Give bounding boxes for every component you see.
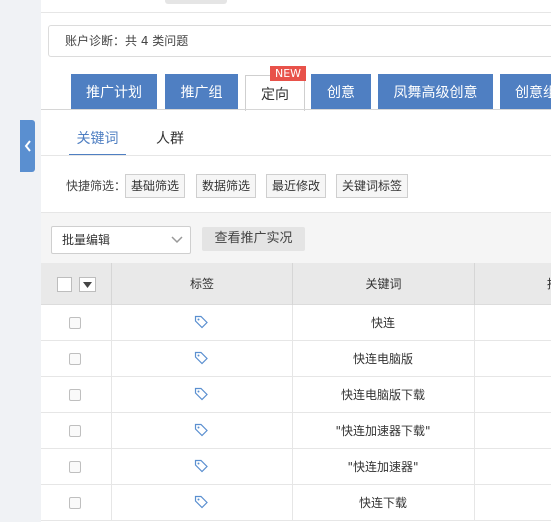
keyword-cell: "快连加速器下载" <box>335 424 431 438</box>
table-row: "快连加速器下载" <box>41 413 551 449</box>
account-diagnosis-text: 账户诊断：共 4 类问题 <box>65 34 189 48</box>
tag-icon[interactable] <box>194 495 209 509</box>
tab-adgroup[interactable]: 推广组 <box>165 74 238 110</box>
column-header-tag[interactable]: 标签 <box>111 263 292 305</box>
column-divider <box>474 305 475 341</box>
tabs-divider <box>41 109 551 110</box>
tag-icon[interactable] <box>194 459 209 473</box>
batch-edit-select[interactable]: 批量编辑 <box>51 226 191 254</box>
table-header: 标签 关键词 推 <box>41 263 551 305</box>
column-divider <box>111 485 112 521</box>
top-divider <box>41 12 551 13</box>
subtab-audience[interactable]: 人群 <box>156 122 186 156</box>
keyword-cell: 快连下载 <box>358 496 407 510</box>
column-divider <box>111 449 112 485</box>
recent-changes-button[interactable]: 最近修改 <box>266 174 327 198</box>
view-live-ad-button[interactable]: 查看推广实况 <box>202 227 305 251</box>
table-row: 快连电脑版下载 <box>41 377 551 413</box>
table-toolbar: 批量编辑 查看推广实况 <box>41 213 551 263</box>
batch-edit-select-value: 批量编辑 <box>62 233 111 247</box>
tag-icon[interactable] <box>194 351 209 365</box>
new-badge: NEW <box>270 66 306 81</box>
tab-fengwu-advanced-creative[interactable]: 凤舞高级创意 <box>378 74 493 110</box>
keyword-cell: "快连加速器" <box>347 460 419 474</box>
row-checkbox[interactable] <box>69 425 81 437</box>
column-divider <box>474 413 475 449</box>
tag-icon[interactable] <box>194 387 209 401</box>
row-checkbox[interactable] <box>69 317 81 329</box>
column-divider <box>474 341 475 377</box>
top-tab-stub <box>165 0 227 4</box>
chevron-down-icon <box>171 236 183 244</box>
column-divider <box>474 485 475 521</box>
data-filter-button[interactable]: 数据筛选 <box>196 174 257 198</box>
select-all-checkbox[interactable] <box>57 277 72 292</box>
account-diagnosis-bar[interactable]: 账户诊断：共 4 类问题 <box>48 25 551 57</box>
table-row: 快连下载 <box>41 485 551 521</box>
table-row: 快连 <box>41 305 551 341</box>
tab-campaign[interactable]: 推广计划 <box>71 74 157 110</box>
column-divider <box>111 341 112 377</box>
column-header-keyword[interactable]: 关键词 <box>292 263 474 305</box>
column-divider <box>474 377 475 413</box>
column-divider <box>474 449 475 485</box>
main-panel: 账户诊断：共 4 类问题 推广计划 推广组 定向 创意 凤舞高级创意 创意组 N… <box>41 0 551 522</box>
keyword-tag-button[interactable]: 关键词标签 <box>336 174 409 198</box>
row-checkbox[interactable] <box>69 353 81 365</box>
table-row: "快连加速器" <box>41 449 551 485</box>
tag-icon[interactable] <box>194 315 209 329</box>
tag-icon[interactable] <box>194 423 209 437</box>
sidebar-collapse-button[interactable] <box>20 120 35 172</box>
row-checkbox[interactable] <box>69 389 81 401</box>
main-tabs: 推广计划 推广组 定向 创意 凤舞高级创意 创意组 <box>71 74 551 111</box>
chevron-left-icon <box>24 140 31 152</box>
subtab-keywords[interactable]: 关键词 <box>69 122 126 156</box>
quick-filter-label: 快捷筛选： <box>66 179 127 193</box>
row-checkbox[interactable] <box>69 461 81 473</box>
column-divider <box>111 377 112 413</box>
column-header-extra[interactable]: 推 <box>474 263 551 305</box>
keyword-cell: 快连电脑版 <box>352 352 413 366</box>
keyword-cell: 快连 <box>370 316 395 330</box>
column-divider <box>111 305 112 341</box>
subtabs-divider <box>41 155 551 156</box>
column-divider <box>111 413 112 449</box>
left-rail <box>0 0 20 522</box>
tab-creative[interactable]: 创意 <box>311 74 371 110</box>
row-checkbox[interactable] <box>69 497 81 509</box>
table-row: 快连电脑版 <box>41 341 551 377</box>
basic-filter-button[interactable]: 基础筛选 <box>125 174 186 198</box>
caret-down-icon <box>83 282 92 288</box>
select-options-dropdown[interactable] <box>79 277 96 292</box>
keyword-cell: 快连电脑版下载 <box>340 388 425 402</box>
tab-creative-group[interactable]: 创意组 <box>500 74 551 110</box>
